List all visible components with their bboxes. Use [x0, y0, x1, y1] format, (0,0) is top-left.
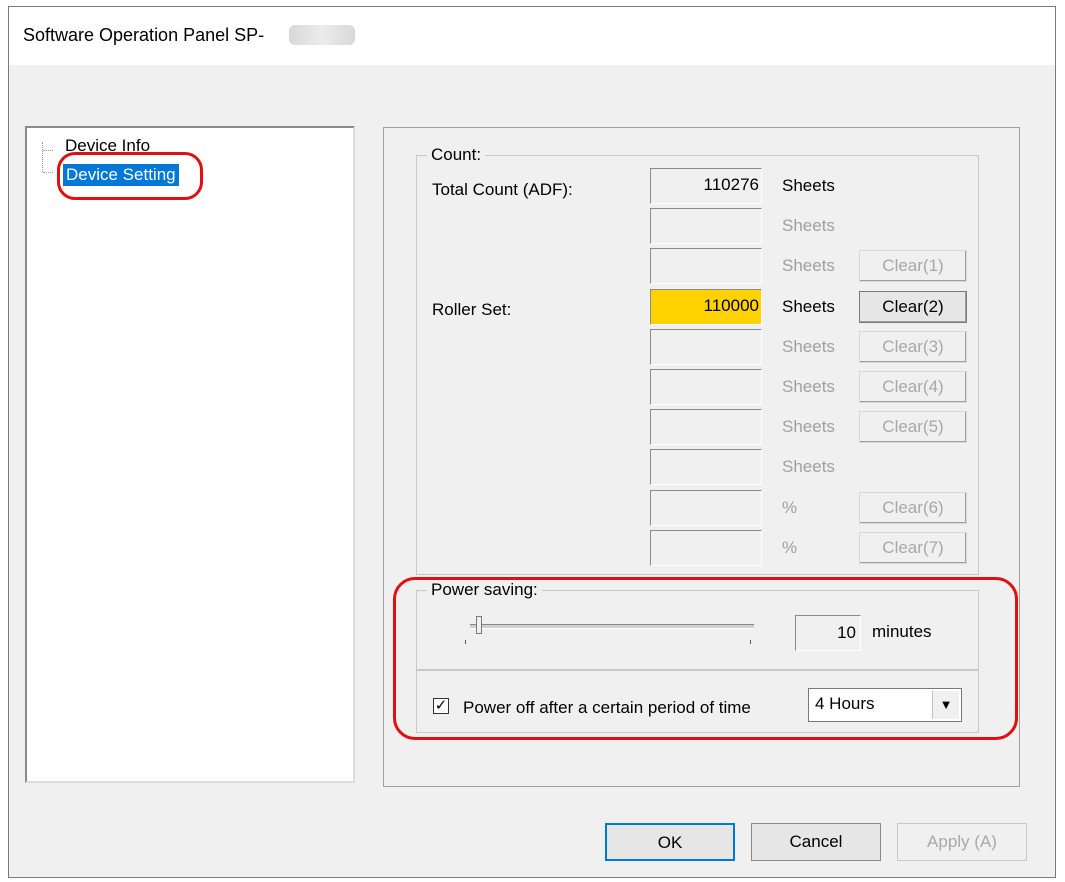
roller-set-label: Roller Set:: [432, 300, 512, 319]
ok-button[interactable]: OK: [605, 823, 735, 861]
count-unit: Sheets: [782, 256, 835, 275]
count-field: [650, 409, 762, 445]
count-field: [650, 449, 762, 485]
cancel-button[interactable]: Cancel: [751, 823, 881, 861]
clear-button[interactable]: Clear(7): [859, 532, 967, 564]
clear-button[interactable]: Clear(6): [859, 492, 967, 524]
count-legend: Count:: [427, 145, 486, 165]
tree-connector: [43, 150, 53, 151]
count-unit: Sheets: [782, 297, 835, 316]
count-unit: Sheets: [782, 216, 835, 235]
count-field: 110276: [650, 168, 762, 204]
clear-button[interactable]: Clear(5): [859, 411, 967, 443]
count-field: [650, 369, 762, 405]
count-field: 110000: [650, 289, 762, 325]
count-field: [650, 490, 762, 526]
count-unit: Sheets: [782, 457, 835, 476]
count-field: [650, 530, 762, 566]
tree-connector: [43, 172, 53, 173]
apply-button[interactable]: Apply (A): [897, 823, 1027, 861]
tree-connector: [42, 142, 55, 172]
count-field: [650, 208, 762, 244]
annotation-circle: [57, 152, 203, 200]
window-title: Software Operation Panel SP-: [23, 25, 265, 45]
count-unit: %: [782, 538, 798, 557]
count-unit: Sheets: [782, 377, 835, 396]
clear-button[interactable]: Clear(1): [859, 250, 967, 282]
count-field: [650, 329, 762, 365]
clear-button[interactable]: Clear(3): [859, 331, 967, 363]
count-unit: Sheets: [782, 176, 835, 195]
total-count-label: Total Count (ADF):: [432, 180, 573, 199]
count-unit: %: [782, 498, 798, 517]
count-field: [650, 248, 762, 284]
model-name-redaction: [289, 25, 355, 45]
clear-button[interactable]: Clear(4): [859, 371, 967, 403]
clear-button[interactable]: Clear(2): [859, 291, 967, 323]
count-unit: Sheets: [782, 337, 835, 356]
device-tree[interactable]: Device Info Device Setting: [25, 126, 355, 783]
count-unit: Sheets: [782, 417, 835, 436]
annotation-rectangle: [393, 577, 1018, 740]
title-bar: Software Operation Panel SP-: [9, 7, 1055, 65]
